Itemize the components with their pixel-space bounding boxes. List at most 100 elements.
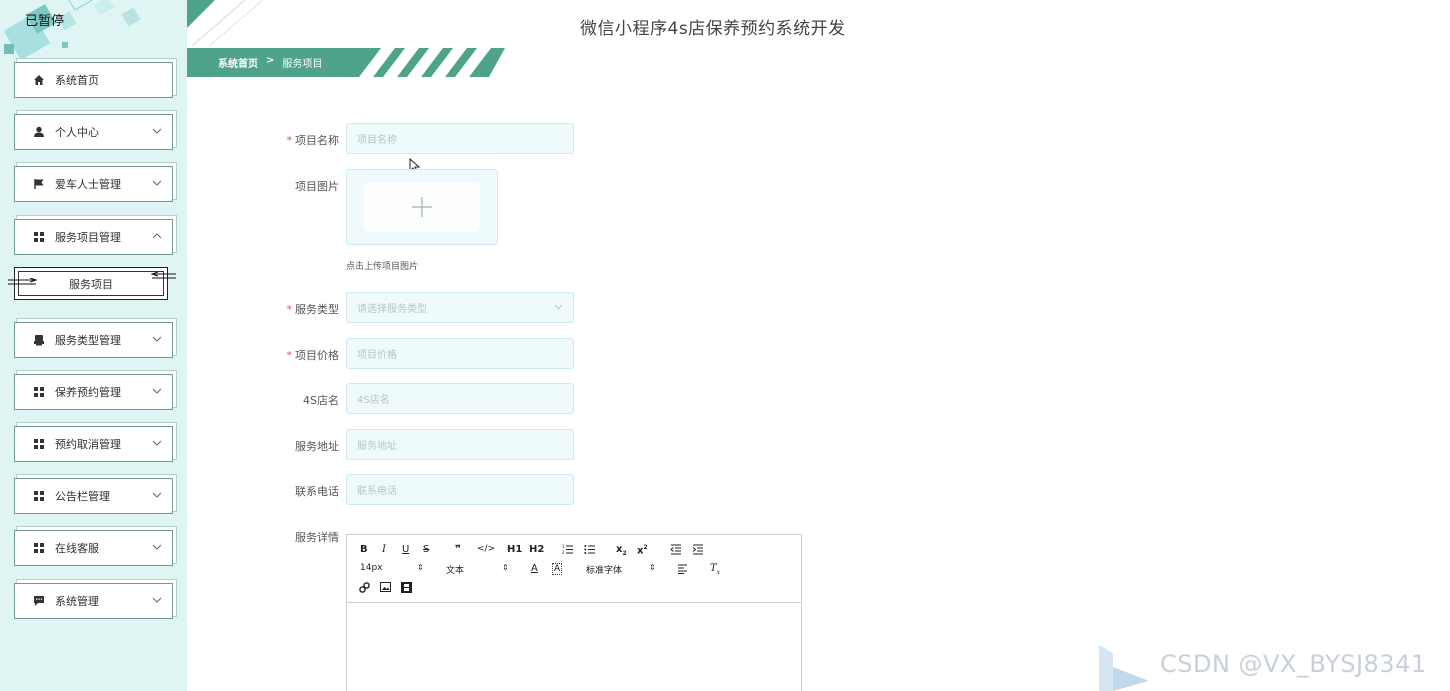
heading1-button[interactable]: H1 [507,544,522,555]
video-icon[interactable] [401,582,412,593]
ordered-list-icon[interactable]: 12 [562,544,574,555]
sidebar-item-label: 服务类型管理 [55,334,121,347]
grid-icon [33,438,45,450]
sidebar-item-service-items-mgmt[interactable]: 服务项目管理 [14,219,173,255]
chevron-down-icon [152,492,162,498]
italic-icon[interactable]: I [382,544,386,555]
type-label-text: 服务类型 [295,303,339,316]
editor-toolbar: B I U S ❞ </> H1 H2 12 x2 x2 14px ⇕ 文本 ⇕… [347,535,801,603]
plus-icon [412,197,432,217]
blockquote-icon[interactable]: ❞ [455,544,461,555]
address-label: 服务地址 [295,440,339,453]
name-input[interactable]: 项目名称 [346,123,574,154]
strikethrough-icon[interactable]: S [423,544,429,555]
name-placeholder: 项目名称 [357,135,397,146]
upload-hint: 点击上传项目图片 [346,262,419,272]
text-style-select[interactable]: 文本 [446,563,464,576]
svg-text:1: 1 [562,544,565,549]
superscript-icon[interactable]: x2 [637,544,648,556]
outdent-icon[interactable] [670,544,682,555]
header-decoration [187,0,264,47]
image-label: 项目图片 [295,180,339,193]
sidebar-item-bulletin[interactable]: 公告栏管理 [14,478,173,514]
sidebar-item-label: 个人中心 [55,126,99,139]
image-icon[interactable] [380,582,391,592]
text-style-value: 文本 [446,566,465,576]
phone-input[interactable]: 联系电话 [346,474,574,505]
type-label: * 服务类型 [249,301,340,317]
font-family-value: 标准字体 [586,566,623,576]
shop-input[interactable]: 4S店名 [346,383,574,414]
chevron-down-icon [152,440,162,446]
name-label-text: 项目名称 [295,134,339,147]
type-placeholder: 请选择服务类型 [357,304,427,315]
chevron-down-icon [152,388,162,394]
breadcrumb-home[interactable]: 系统首页 [218,55,258,70]
watermark-text: CSDN @VX_BYSJ8341 [1160,650,1427,678]
address-placeholder: 服务地址 [357,441,397,452]
csdn-logo-icon [1099,645,1149,691]
rich-text-editor: B I U S ❞ </> H1 H2 12 x2 x2 14px ⇕ 文本 ⇕… [346,534,802,691]
submenu-label: 服务项目 [69,277,113,291]
sidebar-item-label: 预约取消管理 [55,438,121,451]
chevron-down-icon [152,597,162,603]
flag-icon [33,178,45,190]
sidebar-item-online-service[interactable]: 在线客服 [14,530,173,566]
sidebar-item-personal-center[interactable]: 个人中心 [14,114,173,150]
bold-icon[interactable]: B [360,544,368,555]
arrow-left-right-icon [8,278,38,285]
clear-format-icon[interactable]: Tx [710,563,720,576]
grid-icon [33,231,45,243]
address-input[interactable]: 服务地址 [346,429,574,460]
sidebar-item-service-types[interactable]: 服务类型管理 [14,322,173,358]
name-label: * 项目名称 [249,132,340,148]
shop-placeholder: 4S店名 [357,395,390,406]
font-color-icon[interactable]: A [531,563,538,574]
font-size-select[interactable]: 14px [360,563,383,573]
price-input[interactable]: 项目价格 [346,338,574,369]
sidebar-item-label: 爱车人士管理 [55,178,121,191]
h2-text: H2 [529,544,545,555]
breadcrumb-current: 服务项目 [282,59,323,70]
printer-icon [33,334,45,346]
sidebar-item-label: 系统首页 [55,74,99,87]
sidebar-item-label: 公告栏管理 [55,490,110,503]
grid-icon [33,386,45,398]
align-icon[interactable] [677,564,688,574]
underline-icon[interactable]: U [402,544,409,555]
background-color-icon[interactable]: A [552,563,563,575]
heading2-button[interactable]: H2 [529,544,544,555]
code-block-icon[interactable]: </> [477,544,495,554]
sidebar-decoration [3,0,141,60]
bullet-list-icon[interactable] [584,544,596,555]
image-upload[interactable] [346,169,498,245]
h1-text: H1 [507,544,523,555]
sidebar-item-label: 服务项目管理 [55,231,121,244]
font-size-value: 14px [360,563,383,573]
svg-text:2: 2 [562,550,565,555]
breadcrumb-separator: > [266,55,275,66]
editor-content-area[interactable] [347,604,801,691]
service-type-select[interactable]: 请选择服务类型 [346,292,574,323]
price-label: * 项目价格 [249,347,340,363]
chevron-down-icon [152,128,162,134]
chat-icon [33,595,45,607]
link-icon[interactable] [359,582,370,593]
sidebar-item-car-owners[interactable]: 爱车人士管理 [14,166,173,202]
grid-icon [33,542,45,554]
phone-label: 联系电话 [295,485,339,498]
required-mark: * [286,134,293,147]
subscript-icon[interactable]: x2 [616,544,627,557]
indent-icon[interactable] [692,544,704,555]
chevron-down-icon [152,180,162,186]
sidebar-item-home[interactable]: 系统首页 [14,62,173,98]
sidebar-item-booking-cancel[interactable]: 预约取消管理 [14,426,173,462]
breadcrumb: 系统首页 > 服务项目 [218,55,322,70]
price-placeholder: 项目价格 [357,350,397,361]
select-arrows-icon: ⇕ [649,563,656,572]
sidebar-item-label: 在线客服 [55,542,99,555]
chevron-down-icon [152,336,162,342]
sidebar-item-maintenance-booking[interactable]: 保养预约管理 [14,374,173,410]
sidebar-item-system-mgmt[interactable]: 系统管理 [14,583,173,619]
font-family-select[interactable]: 标准字体 [586,563,622,576]
